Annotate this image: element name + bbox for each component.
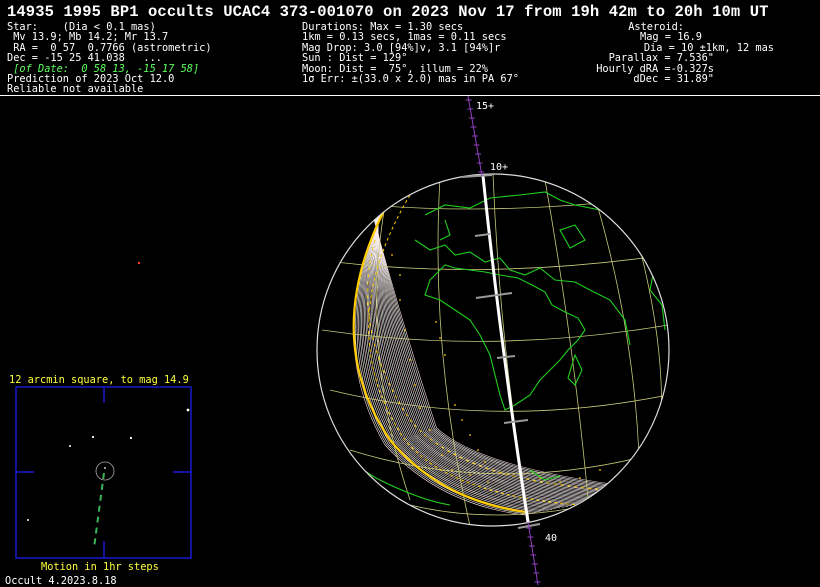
path-dot: [454, 404, 456, 406]
field-star: [129, 436, 133, 440]
path-dot: [451, 469, 453, 471]
path-dot: [391, 254, 393, 256]
field-star: [27, 519, 29, 521]
path-dot: [539, 477, 541, 479]
path-dot: [477, 449, 479, 451]
path-dot: [469, 434, 471, 436]
path-dot: [599, 469, 601, 471]
path-dot: [484, 461, 486, 463]
path-dot: [469, 474, 471, 476]
path-dot: [579, 477, 581, 479]
path-dot: [404, 329, 406, 331]
path-dot: [559, 481, 561, 483]
finder-title: 12 arcmin square, to mag 14.9: [9, 374, 189, 386]
track-label-40: 40: [545, 533, 557, 544]
stray-star: [137, 261, 141, 265]
field-star: [186, 408, 190, 412]
path-dot: [419, 407, 421, 409]
field-star: [91, 435, 95, 439]
path-dot: [414, 384, 416, 386]
finder-frame: [15, 386, 192, 559]
path-dot: [441, 454, 443, 456]
path-dot: [487, 481, 489, 483]
version-label: Occult 4.2023.8.18: [5, 575, 117, 587]
path-dot: [399, 299, 401, 301]
path-dot: [444, 354, 446, 356]
field-star: [69, 445, 71, 447]
occultation-diagram: 15+ 10+ 40: [15, 95, 670, 585]
finder-caption: Motion in 1hr steps: [41, 561, 159, 573]
finder-chart: [15, 386, 192, 559]
path-dot: [429, 429, 431, 431]
path-dot: [399, 274, 401, 276]
target-star: [104, 467, 106, 469]
path-dot: [435, 321, 437, 323]
track-label-15: 15+: [476, 101, 494, 112]
path-dot: [439, 337, 441, 339]
path-dot: [409, 359, 411, 361]
path-dot: [461, 419, 463, 421]
track-label-10: 10+: [490, 162, 508, 173]
